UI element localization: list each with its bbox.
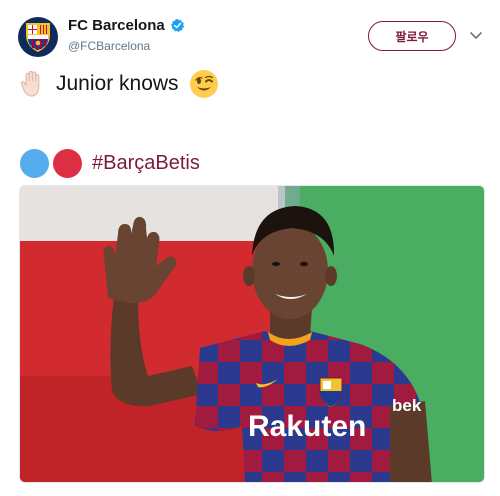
- avatar[interactable]: [18, 17, 58, 57]
- jersey-sponsor-text: Rakuten: [248, 410, 366, 443]
- author-display-name[interactable]: FC Barcelona: [68, 17, 165, 34]
- fc-barcelona-crest-icon: [26, 23, 50, 52]
- winking-face-icon: [189, 70, 218, 98]
- hashtag-link[interactable]: #BarçaBetis: [92, 152, 200, 175]
- player-waving-photo: Rakuten bek: [20, 186, 484, 482]
- red-circle-icon: [53, 148, 82, 178]
- tweet-card: FC Barcelona @FCBarcelona 팔로우 Junior kno…: [0, 0, 500, 496]
- raised-hand-icon: [20, 70, 40, 97]
- chevron-down-icon[interactable]: [469, 30, 483, 42]
- tweet-text-line1: Junior knows: [20, 67, 219, 101]
- tweet-hashtag-line: #BarçaBetis: [20, 147, 200, 179]
- tweet-photo[interactable]: Rakuten bek: [19, 185, 485, 483]
- author-handle[interactable]: @FCBarcelona: [68, 39, 150, 53]
- follow-button[interactable]: 팔로우: [368, 21, 456, 51]
- verified-badge-icon: [170, 18, 184, 32]
- blue-circle-icon: [20, 148, 49, 178]
- tweet-text: Junior knows: [56, 72, 179, 95]
- author-name-row: FC Barcelona: [68, 17, 185, 34]
- sleeve-sponsor-text: bek: [392, 396, 422, 415]
